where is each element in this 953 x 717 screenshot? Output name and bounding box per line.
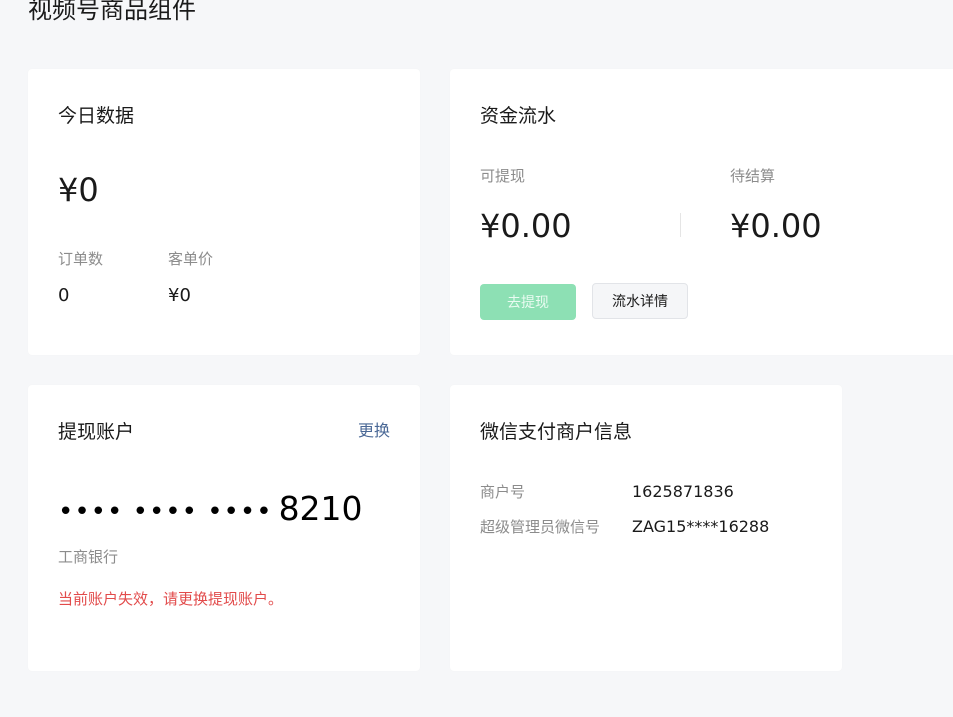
admin-wechat-label: 超级管理员微信号 (480, 518, 601, 536)
wechat-pay-merchant-card: 微信支付商户信息 商户号 1625871836 超级管理员微信号 ZAG15**… (450, 385, 842, 671)
today-data-card: 今日数据 ¥0 订单数 0 客单价 ¥0 (28, 69, 420, 355)
card-number: •••• •••• •••• 8210 (58, 489, 363, 532)
orders-label: 订单数 (58, 250, 104, 268)
pending-amount: ¥0.00 (730, 207, 822, 245)
account-invalid-warning: 当前账户失效，请更换提现账户。 (58, 590, 284, 608)
withdraw-account-title: 提现账户 (58, 421, 135, 443)
amount-divider (680, 213, 681, 237)
withdrawable-amount: ¥0.00 (480, 207, 572, 245)
withdrawable-label: 可提现 (480, 167, 526, 185)
flow-detail-button[interactable]: 流水详情 (592, 283, 688, 319)
orders-value: 0 (58, 285, 70, 306)
merchant-no-label: 商户号 (480, 483, 526, 501)
merchant-no-value: 1625871836 (632, 482, 734, 501)
fund-flow-title: 资金流水 (480, 105, 557, 127)
today-amount: ¥0 (58, 171, 99, 209)
admin-wechat-value: ZAG15****16288 (632, 517, 770, 536)
change-account-link[interactable]: 更换 (358, 420, 390, 442)
card-number-mask: •••• •••• •••• (58, 497, 273, 527)
withdraw-account-card: 提现账户 更换 •••• •••• •••• 8210 工商银行 当前账户失效，请… (28, 385, 420, 671)
today-data-title: 今日数据 (58, 105, 135, 127)
page-title: 视频号商品组件 (28, 0, 196, 24)
fund-flow-card: 资金流水 可提现 ¥0.00 待结算 ¥0.00 去提现 流水详情 (450, 69, 953, 355)
withdraw-button[interactable]: 去提现 (480, 284, 576, 320)
avg-price-label: 客单价 (168, 250, 214, 268)
merchant-info-title: 微信支付商户信息 (480, 421, 633, 443)
card-number-last4: 8210 (278, 489, 363, 528)
pending-label: 待结算 (730, 167, 776, 185)
bank-name: 工商银行 (58, 548, 119, 566)
avg-price-value: ¥0 (168, 285, 191, 306)
